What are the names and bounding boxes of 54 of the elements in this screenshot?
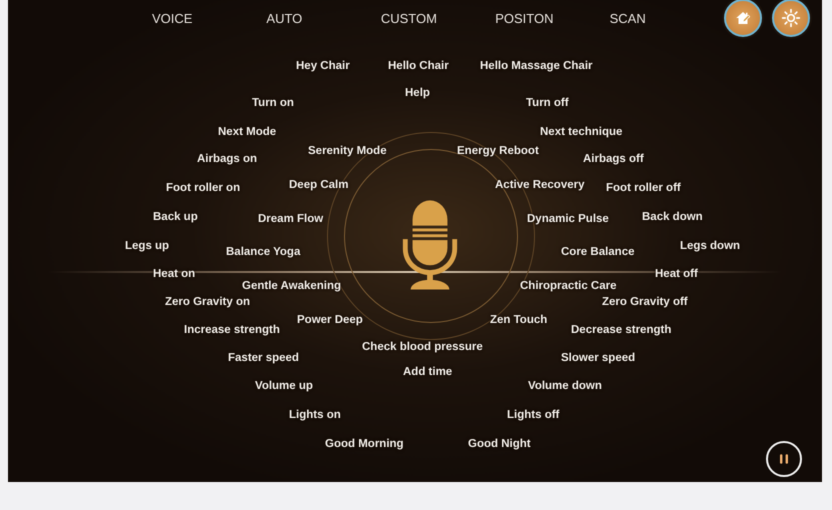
voice-command: Legs down	[680, 240, 740, 252]
voice-command: Power Deep	[297, 314, 363, 326]
voice-command: Back down	[642, 211, 703, 223]
voice-command: Legs up	[125, 240, 170, 252]
voice-command: Core Balance	[561, 246, 635, 258]
voice-command: Slower speed	[561, 352, 636, 364]
pause-button[interactable]	[766, 441, 802, 477]
voice-command: Zero Gravity off	[602, 296, 688, 308]
voice-command: Deep Calm	[289, 179, 348, 191]
voice-command: Check blood pressure	[362, 341, 483, 353]
voice-command: Energy Reboot	[457, 145, 539, 157]
voice-command: Lights off	[507, 409, 560, 421]
voice-command: Active Recovery	[495, 179, 584, 191]
voice-command: Dream Flow	[258, 213, 324, 225]
sun-icon	[781, 8, 801, 28]
mode-tab[interactable]: VOICE	[152, 10, 266, 26]
mode-tab[interactable]: AUTO	[266, 10, 381, 26]
voice-command: Dynamic Pulse	[527, 213, 609, 225]
voice-command: Zen Touch	[490, 314, 548, 326]
voice-command: Next technique	[540, 126, 622, 138]
voice-command: Hello Chair	[388, 60, 449, 72]
voice-command: Good Night	[468, 438, 531, 450]
voice-command: Back up	[153, 211, 198, 223]
voice-command: Lights on	[289, 409, 341, 421]
voice-command: Serenity Mode	[308, 145, 387, 157]
voice-command: Help	[405, 87, 430, 99]
voice-command: Add time	[403, 366, 452, 378]
voice-command: Gentle Awakening	[242, 280, 342, 292]
voice-command: Hey Chair	[296, 60, 350, 72]
voice-command: Heat on	[153, 268, 196, 280]
voice-command: Zero Gravity on	[165, 296, 250, 308]
voice-command: Foot roller on	[166, 182, 240, 194]
voice-command: Faster speed	[228, 352, 299, 364]
brightness-button[interactable]	[772, 0, 810, 37]
mode-tab[interactable]: POSITON	[495, 10, 610, 26]
mode-tab[interactable]: SCAN	[610, 10, 724, 26]
voice-command: Turn on	[252, 97, 294, 109]
house-pencil-icon	[734, 9, 752, 27]
voice-command: Hello Massage Chair	[480, 60, 592, 72]
voice-command: Volume down	[528, 380, 602, 392]
voice-command: Good Morning	[325, 438, 404, 450]
voice-command: Next Mode	[218, 126, 276, 138]
voice-command: Heat off	[655, 268, 698, 280]
voice-command: Balance Yoga	[226, 246, 300, 258]
home-edit-button[interactable]	[724, 0, 762, 37]
voice-command: Decrease strength	[571, 324, 672, 336]
voice-command: Increase strength	[184, 324, 280, 336]
voice-command: Airbags off	[583, 153, 644, 165]
voice-command: Chiropractic Care	[520, 280, 617, 292]
voice-command: Airbags on	[197, 153, 258, 165]
voice-command: Volume up	[255, 380, 313, 392]
voice-command: Foot roller off	[606, 182, 681, 194]
mode-tab[interactable]: CUSTOM	[380, 10, 496, 26]
voice-command: Turn off	[526, 97, 569, 109]
